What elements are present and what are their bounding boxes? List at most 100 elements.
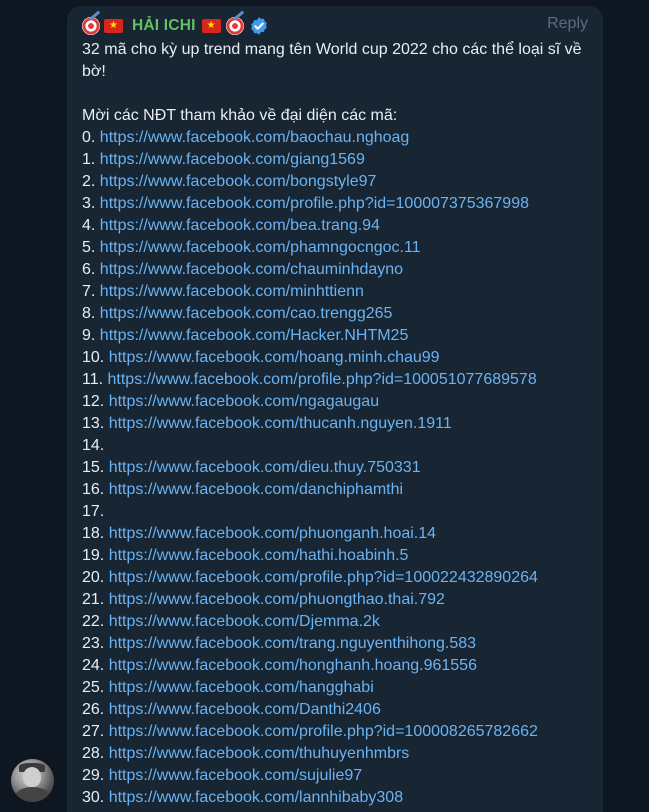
avatar-shoulders-shape: [15, 787, 50, 802]
list-item: 19. https://www.facebook.com/hathi.hoabi…: [82, 545, 591, 567]
list-item-number: 21.: [82, 591, 105, 608]
list-item: 28. https://www.facebook.com/thuhuyenhmb…: [82, 743, 591, 765]
list-item: 9. https://www.facebook.com/Hacker.NHTM2…: [82, 325, 591, 347]
list-item-number: 1.: [82, 151, 96, 168]
list-item: 1. https://www.facebook.com/giang1569: [82, 149, 591, 171]
list-item-number: 14.: [82, 437, 105, 454]
profile-link[interactable]: https://www.facebook.com/trang.nguyenthi…: [109, 635, 476, 652]
list-item: 2. https://www.facebook.com/bongstyle97: [82, 171, 591, 193]
list-item-number: 24.: [82, 657, 105, 674]
profile-link[interactable]: https://www.facebook.com/ngagaugau: [109, 393, 379, 410]
list-item: 29. https://www.facebook.com/sujulie97: [82, 765, 591, 787]
list-item-number: 10.: [82, 349, 105, 366]
list-item-number: 18.: [82, 525, 105, 542]
list-item-number: 5.: [82, 239, 96, 256]
list-item: 23. https://www.facebook.com/trang.nguye…: [82, 633, 591, 655]
profile-link[interactable]: https://www.facebook.com/Danthi2406: [109, 701, 381, 718]
profile-link[interactable]: https://www.facebook.com/sujulie97: [109, 767, 362, 784]
list-item-number: 23.: [82, 635, 105, 652]
list-item: 17.: [82, 501, 591, 523]
profile-link[interactable]: https://www.facebook.com/minhttienn: [100, 283, 364, 300]
sender-avatar[interactable]: [11, 759, 54, 802]
profile-link[interactable]: https://www.facebook.com/Djemma.2k: [109, 613, 380, 630]
list-item: 21. https://www.facebook.com/phuongthao.…: [82, 589, 591, 611]
list-item: 0. https://www.facebook.com/baochau.ngho…: [82, 127, 591, 149]
list-item-number: 26.: [82, 701, 105, 718]
reply-button[interactable]: Reply: [547, 15, 588, 33]
profile-link[interactable]: https://www.facebook.com/lannhibaby308: [109, 789, 403, 806]
profile-link[interactable]: https://www.facebook.com/honghanh.hoang.…: [109, 657, 477, 674]
message-text: 32 mã cho kỳ up trend mang tên World cup…: [82, 39, 591, 809]
list-item-number: 30.: [82, 789, 105, 806]
list-item-number: 27.: [82, 723, 105, 740]
profile-link[interactable]: https://www.facebook.com/Hacker.NHTM25: [100, 327, 409, 344]
list-item: 5. https://www.facebook.com/phamngocngoc…: [82, 237, 591, 259]
vietnam-flag-icon: ★: [201, 19, 221, 33]
list-item: 4. https://www.facebook.com/bea.trang.94: [82, 215, 591, 237]
list-item: 11. https://www.facebook.com/profile.php…: [82, 369, 591, 391]
list-item: 16. https://www.facebook.com/danchiphamt…: [82, 479, 591, 501]
list-item-number: 28.: [82, 745, 105, 762]
profile-link[interactable]: https://www.facebook.com/dieu.thuy.75033…: [109, 459, 421, 476]
list-item-number: 0.: [82, 129, 96, 146]
list-item-number: 29.: [82, 767, 105, 784]
message-header: ★ HẢI ICHI ★ Reply: [82, 14, 591, 38]
list-item: 22. https://www.facebook.com/Djemma.2k: [82, 611, 591, 633]
profile-link[interactable]: https://www.facebook.com/baochau.nghoag: [100, 129, 410, 146]
direct-hit-dart-icon: [82, 17, 100, 35]
list-item: 13. https://www.facebook.com/thucanh.ngu…: [82, 413, 591, 435]
profile-link[interactable]: https://www.facebook.com/profile.php?id=…: [100, 195, 529, 212]
list-item: 18. https://www.facebook.com/phuonganh.h…: [82, 523, 591, 545]
list-item: 15. https://www.facebook.com/dieu.thuy.7…: [82, 457, 591, 479]
profile-link[interactable]: https://www.facebook.com/bongstyle97: [100, 173, 377, 190]
list-item: 30. https://www.facebook.com/lannhibaby3…: [82, 787, 591, 809]
link-list: 0. https://www.facebook.com/baochau.ngho…: [82, 127, 591, 809]
list-item: 6. https://www.facebook.com/chauminhdayn…: [82, 259, 591, 281]
list-item-number: 4.: [82, 217, 96, 234]
profile-link[interactable]: https://www.facebook.com/cao.trengg265: [100, 305, 393, 322]
profile-link[interactable]: https://www.facebook.com/giang1569: [100, 151, 365, 168]
sender-name[interactable]: HẢI ICHI: [132, 17, 196, 35]
vietnam-flag-icon: ★: [104, 19, 123, 33]
list-item: 27. https://www.facebook.com/profile.php…: [82, 721, 591, 743]
profile-link[interactable]: https://www.facebook.com/phuongthao.thai…: [109, 591, 445, 608]
list-item-number: 8.: [82, 305, 96, 322]
list-item-number: 25.: [82, 679, 105, 696]
list-item-number: 7.: [82, 283, 96, 300]
profile-link[interactable]: https://www.facebook.com/phuonganh.hoai.…: [109, 525, 436, 542]
list-item: 14.: [82, 435, 591, 457]
profile-link[interactable]: https://www.facebook.com/bea.trang.94: [100, 217, 380, 234]
verified-badge-icon: [250, 17, 267, 35]
profile-link[interactable]: https://www.facebook.com/profile.php?id=…: [109, 723, 538, 740]
list-item-number: 3.: [82, 195, 96, 212]
chat-view: ★ HẢI ICHI ★ Reply 32 mã cho kỳ up trend…: [0, 0, 649, 812]
direct-hit-dart-icon: [225, 17, 244, 35]
list-item: 25. https://www.facebook.com/hangghabi: [82, 677, 591, 699]
profile-link[interactable]: https://www.facebook.com/hathi.hoabinh.5: [109, 547, 409, 564]
list-item-number: 11.: [82, 371, 104, 388]
profile-link[interactable]: https://www.facebook.com/chauminhdayno: [100, 261, 403, 278]
profile-link[interactable]: https://www.facebook.com/hangghabi: [109, 679, 374, 696]
list-item-number: 13.: [82, 415, 105, 432]
list-item: 26. https://www.facebook.com/Danthi2406: [82, 699, 591, 721]
list-item: 24. https://www.facebook.com/honghanh.ho…: [82, 655, 591, 677]
list-item-number: 22.: [82, 613, 105, 630]
list-item-number: 19.: [82, 547, 105, 564]
profile-link[interactable]: https://www.facebook.com/profile.php?id=…: [109, 569, 538, 586]
profile-link[interactable]: https://www.facebook.com/thucanh.nguyen.…: [109, 415, 452, 432]
list-item: 8. https://www.facebook.com/cao.trengg26…: [82, 303, 591, 325]
profile-link[interactable]: https://www.facebook.com/profile.php?id=…: [108, 371, 537, 388]
profile-link[interactable]: https://www.facebook.com/thuhuyenhmbrs: [109, 745, 410, 762]
profile-link[interactable]: https://www.facebook.com/phamngocngoc.11: [100, 239, 421, 256]
avatar-face-shape: [23, 767, 41, 787]
list-item: 10. https://www.facebook.com/hoang.minh.…: [82, 347, 591, 369]
profile-link[interactable]: https://www.facebook.com/danchiphamthi: [109, 481, 403, 498]
profile-link[interactable]: https://www.facebook.com/hoang.minh.chau…: [109, 349, 440, 366]
list-item-number: 6.: [82, 261, 96, 278]
list-item: 20. https://www.facebook.com/profile.php…: [82, 567, 591, 589]
list-item-number: 17.: [82, 503, 105, 520]
list-item-number: 15.: [82, 459, 105, 476]
list-item-number: 12.: [82, 393, 105, 410]
list-item-number: 20.: [82, 569, 105, 586]
